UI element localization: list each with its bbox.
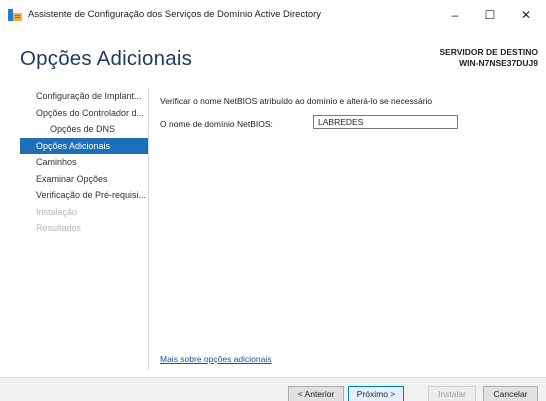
minimize-button[interactable]: – bbox=[440, 4, 470, 26]
wizard-nav: Configuração de Implant... Opções do Con… bbox=[20, 88, 148, 237]
nav-item-deployment-config[interactable]: Configuração de Implant... bbox=[20, 88, 148, 105]
instruction-text: Verificar o nome NetBIOS atribuído ao do… bbox=[160, 96, 433, 106]
target-server-name: WIN-N7NSE37DUJ9 bbox=[459, 58, 538, 68]
nav-item-additional-options[interactable]: Opções Adicionais bbox=[20, 137, 148, 154]
nav-item-results: Resultados bbox=[36, 223, 82, 233]
title-bar: Assistente de Configuração dos Serviços … bbox=[0, 0, 546, 30]
cancel-button[interactable]: Cancelar bbox=[483, 386, 538, 401]
nav-item-review-options[interactable]: Examinar Opções bbox=[20, 171, 148, 188]
more-options-link[interactable]: Mais sobre opções adicionais bbox=[160, 354, 272, 364]
netbios-label: O nome de domínio NetBIOS: bbox=[160, 119, 273, 129]
nav-item-dns-options[interactable]: Opções de DNS bbox=[20, 121, 148, 138]
netbios-name-input[interactable] bbox=[313, 115, 458, 129]
page-title: Opções Adicionais bbox=[20, 47, 193, 70]
window-title: Assistente de Configuração dos Serviços … bbox=[28, 9, 322, 20]
close-button[interactable]: ✕ bbox=[511, 4, 541, 26]
back-button[interactable]: < Anterior bbox=[288, 386, 344, 401]
nav-item-prerequisites-check[interactable]: Verificação de Pré-requisi... bbox=[20, 187, 148, 204]
nav-item-installation: Instalação bbox=[36, 206, 78, 217]
next-button[interactable]: Próximo > bbox=[348, 386, 404, 401]
server-manager-icon bbox=[8, 9, 22, 21]
nav-divider bbox=[148, 88, 149, 370]
maximize-button[interactable]: ☐ bbox=[475, 4, 505, 26]
nav-item-dc-options[interactable]: Opções do Controlador d... bbox=[20, 105, 148, 122]
nav-item-paths[interactable]: Caminhos bbox=[20, 154, 148, 171]
footer-bar: < Anterior Próximo > Instalar Cancelar bbox=[0, 377, 546, 401]
install-button: Instalar bbox=[428, 386, 476, 401]
target-server-label: SERVIDOR DE DESTINO bbox=[439, 47, 538, 57]
